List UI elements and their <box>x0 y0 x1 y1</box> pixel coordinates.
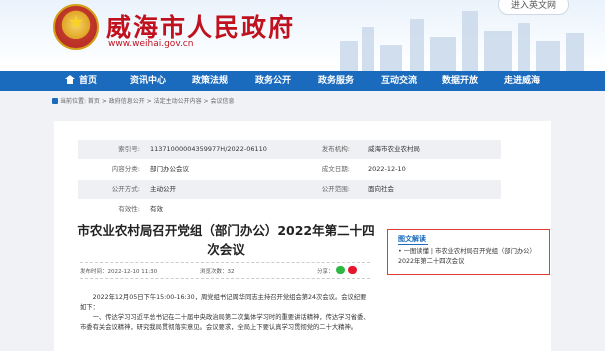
breadcrumb-text[interactable]: 当前位置: 首页 > 政府信息公开 > 法定主动公开内容 > 会议信息 <box>60 98 234 105</box>
meta-key: 索引号: <box>118 145 140 153</box>
metadata-table: 索引号: 11371000004359977H/2022-06110 发布机构:… <box>78 140 501 220</box>
nav-item-news[interactable]: 资讯中心 <box>130 71 166 91</box>
meta-value: 部门办公会议 <box>150 165 189 173</box>
site-header: ★ 威海市人民政府 www.weihai.gov.cn 进入英文网 <box>0 0 605 71</box>
location-icon <box>52 98 58 104</box>
article-body: 2022年12月05日下午15:00-16:30，周党组书记周华同志主持召开党组… <box>80 293 370 333</box>
publish-date: 发布时间：2022-12-10 11:30 <box>80 269 158 275</box>
nav-item-gov-open[interactable]: 政务公开 <box>255 71 291 91</box>
metadata-row: 有效性: 有效 <box>78 200 501 219</box>
wechat-share-icon[interactable] <box>336 266 345 274</box>
nav-item-about-weihai[interactable]: 走进威海 <box>504 71 540 91</box>
meta-key: 成文日期: <box>321 165 350 173</box>
view-count: 浏览次数：32 <box>200 269 235 275</box>
article-paragraph: 2022年12月05日下午15:00-16:30，周党组书记周华同志主持召开党组… <box>80 294 367 311</box>
nav-item-interaction[interactable]: 互动交流 <box>381 71 417 91</box>
share-label: 分享： <box>317 269 334 275</box>
site-url: www.weihai.gov.cn <box>108 39 194 49</box>
meta-key: 公开方式: <box>111 185 140 193</box>
heading-underline <box>398 244 428 245</box>
meta-key: 内容分类: <box>111 165 140 173</box>
metadata-row: 索引号: 11371000004359977H/2022-06110 发布机构:… <box>78 140 501 159</box>
weibo-share-icon[interactable] <box>348 266 357 274</box>
nav-item-gov-service[interactable]: 政务服务 <box>318 71 354 91</box>
infographic-heading: 图文解读 <box>398 235 426 243</box>
article-panel: 索引号: 11371000004359977H/2022-06110 发布机构:… <box>54 121 551 351</box>
divider <box>80 262 370 263</box>
meta-value: 11371000004359977H/2022-06110 <box>150 145 267 153</box>
metadata-row: 公开方式: 主动公开 公开范围: 面向社会 <box>78 180 501 199</box>
divider <box>80 278 370 279</box>
nav-item-label: 首页 <box>79 76 98 86</box>
infographic-link[interactable]: • 一图读懂 | 市农业农村局召开党组（部门办公）2022年第二十四次会议 <box>398 247 543 267</box>
breadcrumb: 当前位置: 首页 > 政府信息公开 > 法定主动公开内容 > 会议信息 <box>52 96 234 105</box>
meta-key: 发布机构: <box>321 145 350 153</box>
english-site-link[interactable]: 进入英文网 <box>497 0 569 15</box>
meta-key: 公开范围: <box>321 185 350 193</box>
nav-item-policy[interactable]: 政策法规 <box>192 71 228 91</box>
meta-value: 有效 <box>150 205 163 213</box>
nav-item-home[interactable]: 首页 <box>65 71 97 91</box>
meta-value: 2022-12-10 <box>368 165 406 173</box>
nav-item-open-data[interactable]: 数据开放 <box>442 71 478 91</box>
meta-value: 威海市农业农村局 <box>368 145 420 153</box>
related-infographic-box: 图文解读 • 一图读懂 | 市农业农村局召开党组（部门办公）2022年第二十四次… <box>387 229 550 275</box>
article-paragraph: 一、传达学习习近平总书记在二十届中央政治局第二次集体学习时的重要讲话精神，传达学… <box>80 314 370 331</box>
article-title: 市农业农村局召开党组（部门办公）2022年第二十四次会议 <box>77 223 375 257</box>
home-icon <box>65 75 75 84</box>
meta-key: 有效性: <box>118 205 140 213</box>
meta-value: 主动公开 <box>150 185 176 193</box>
national-emblem-icon: ★ <box>53 4 99 50</box>
meta-value: 面向社会 <box>368 185 394 193</box>
main-nav: 首页 资讯中心 政策法规 政务公开 政务服务 互动交流 数据开放 走进威海 <box>0 71 605 91</box>
metadata-row: 内容分类: 部门办公会议 成文日期: 2022-12-10 <box>78 160 501 179</box>
